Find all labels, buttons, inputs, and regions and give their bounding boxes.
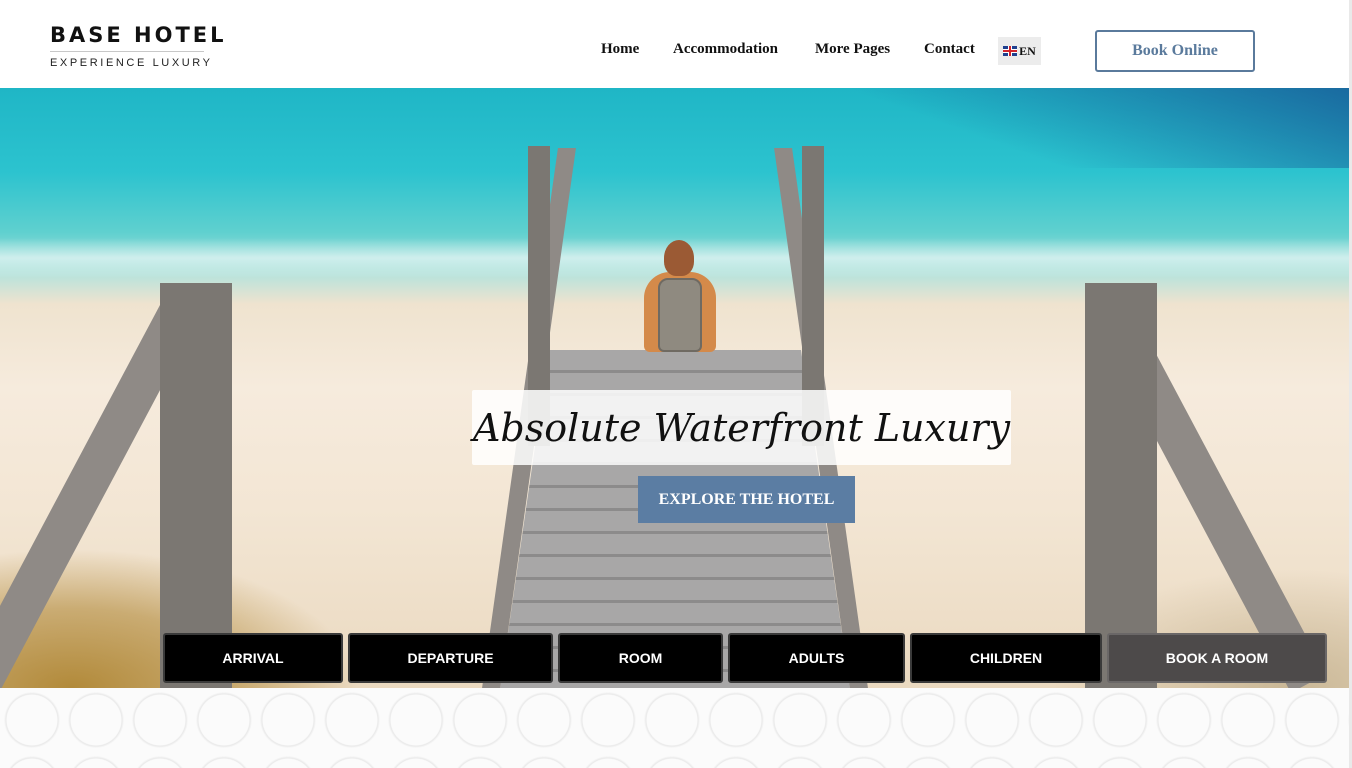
uk-flag-icon	[1003, 46, 1018, 56]
traveler-figure	[638, 238, 722, 353]
brand-divider	[50, 51, 204, 52]
language-code: EN	[1019, 43, 1036, 58]
book-room-button[interactable]: BOOK A ROOM	[1107, 633, 1327, 683]
departure-field[interactable]: DEPARTURE	[348, 633, 553, 683]
right-outer-post	[1085, 283, 1157, 688]
brand-subtitle: EXPERIENCE LUXURY	[50, 57, 213, 69]
room-select[interactable]: ROOM	[558, 633, 723, 683]
nav-item-home[interactable]: Home	[601, 41, 639, 58]
arrival-field[interactable]: ARRIVAL	[163, 633, 343, 683]
language-switcher[interactable]: EN	[998, 37, 1041, 65]
brand-logo[interactable]: BASE HOTEL EXPERIENCE LUXURY	[50, 22, 227, 69]
adults-select[interactable]: ADULTS	[728, 633, 905, 683]
hero-headline-box: Absolute Waterfront Luxury	[472, 390, 1011, 465]
hero-deep-water	[849, 88, 1349, 168]
book-online-button[interactable]: Book Online	[1095, 30, 1255, 72]
backpack-icon	[658, 278, 702, 352]
nav-item-more-pages[interactable]: More Pages	[815, 41, 890, 58]
hero-headline: Absolute Waterfront Luxury	[472, 405, 1011, 450]
hero-banner: Absolute Waterfront Luxury EXPLORE THE H…	[0, 88, 1349, 688]
children-select[interactable]: CHILDREN	[910, 633, 1102, 683]
left-outer-post	[160, 283, 232, 688]
decorative-pattern-section	[0, 688, 1352, 768]
nav-item-accommodation[interactable]: Accommodation	[673, 41, 778, 58]
nav-item-contact[interactable]: Contact	[924, 41, 975, 58]
site-header: BASE HOTEL EXPERIENCE LUXURY Home Accomm…	[0, 0, 1352, 88]
brand-title: BASE HOTEL	[50, 23, 227, 47]
explore-hotel-button[interactable]: EXPLORE THE HOTEL	[638, 476, 855, 523]
